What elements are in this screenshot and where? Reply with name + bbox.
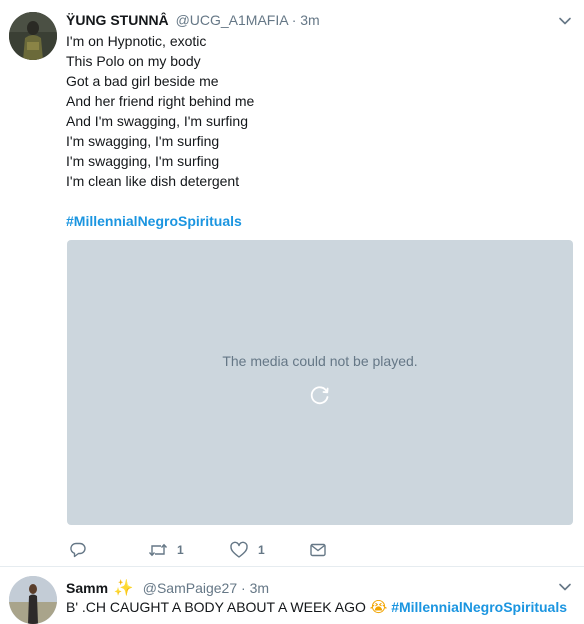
hashtag-link[interactable]: #MillennialNegroSpirituals bbox=[66, 211, 242, 231]
separator-dot: · bbox=[241, 580, 246, 596]
spinner-icon[interactable] bbox=[309, 384, 331, 406]
media-error-message: The media could not be played. bbox=[222, 353, 418, 369]
retweet-button[interactable]: 1 bbox=[148, 540, 184, 560]
tweet-line: Got a bad girl beside me bbox=[66, 73, 219, 89]
timestamp[interactable]: 3m bbox=[300, 12, 319, 28]
chevron-down-icon[interactable] bbox=[558, 580, 572, 594]
tweet[interactable]: ŸUNG STUNNÂ @UCG_A1MAFIA · 3m I'm on Hyp… bbox=[0, 0, 584, 567]
separator-dot: · bbox=[291, 12, 297, 28]
hashtag-link[interactable]: #MillennialNegroSpirituals bbox=[391, 599, 567, 615]
tweet-line: I'm on Hypnotic, exotic bbox=[66, 33, 207, 49]
like-count: 1 bbox=[258, 543, 265, 557]
heart-icon bbox=[230, 541, 248, 558]
crying-face-icon: 😭 bbox=[369, 599, 388, 616]
tweet-actions: 1 1 bbox=[66, 540, 366, 560]
tweet-line: I'm swagging, I'm surfing bbox=[66, 153, 220, 169]
media-player[interactable]: The media could not be played. bbox=[67, 240, 573, 525]
reply-icon bbox=[70, 542, 86, 558]
tweet-text-body: B' .CH CAUGHT A BODY ABOUT A WEEK AGO bbox=[66, 599, 366, 615]
chevron-down-icon[interactable] bbox=[558, 14, 572, 28]
author-handle[interactable]: @UCG_A1MAFIA bbox=[176, 12, 288, 28]
author-handle[interactable]: @SamPaige27 bbox=[143, 580, 237, 596]
tweet-line: I'm swagging, I'm surfing bbox=[66, 133, 220, 149]
tweet-line: And her friend right behind me bbox=[66, 93, 255, 109]
tweet-text: B' .CH CAUGHT A BODY ABOUT A WEEK AGO 😭 … bbox=[66, 597, 567, 618]
tweet-line: This Polo on my body bbox=[66, 53, 201, 69]
author-name[interactable]: ŸUNG STUNNÂ bbox=[66, 12, 169, 28]
tweet-text: I'm on Hypnotic, exotic This Polo on my … bbox=[66, 31, 254, 191]
sparkles-icon: ✨ bbox=[113, 580, 134, 597]
tweet-header: ŸUNG STUNNÂ @UCG_A1MAFIA · 3m bbox=[66, 12, 320, 28]
timestamp[interactable]: 3m bbox=[250, 580, 269, 596]
retweet-count: 1 bbox=[177, 543, 184, 557]
tweet-line: And I'm swagging, I'm surfing bbox=[66, 113, 248, 129]
author-name[interactable]: Samm bbox=[66, 580, 108, 596]
direct-message-button[interactable] bbox=[309, 540, 327, 560]
avatar[interactable] bbox=[9, 12, 57, 60]
message-icon bbox=[310, 543, 326, 557]
tweet-header: Samm ✨ @SamPaige27 · 3m bbox=[66, 578, 269, 598]
reply-button[interactable] bbox=[69, 540, 87, 560]
tweet-line: I'm clean like dish detergent bbox=[66, 173, 240, 189]
like-button[interactable]: 1 bbox=[229, 540, 265, 560]
retweet-icon bbox=[148, 543, 168, 557]
